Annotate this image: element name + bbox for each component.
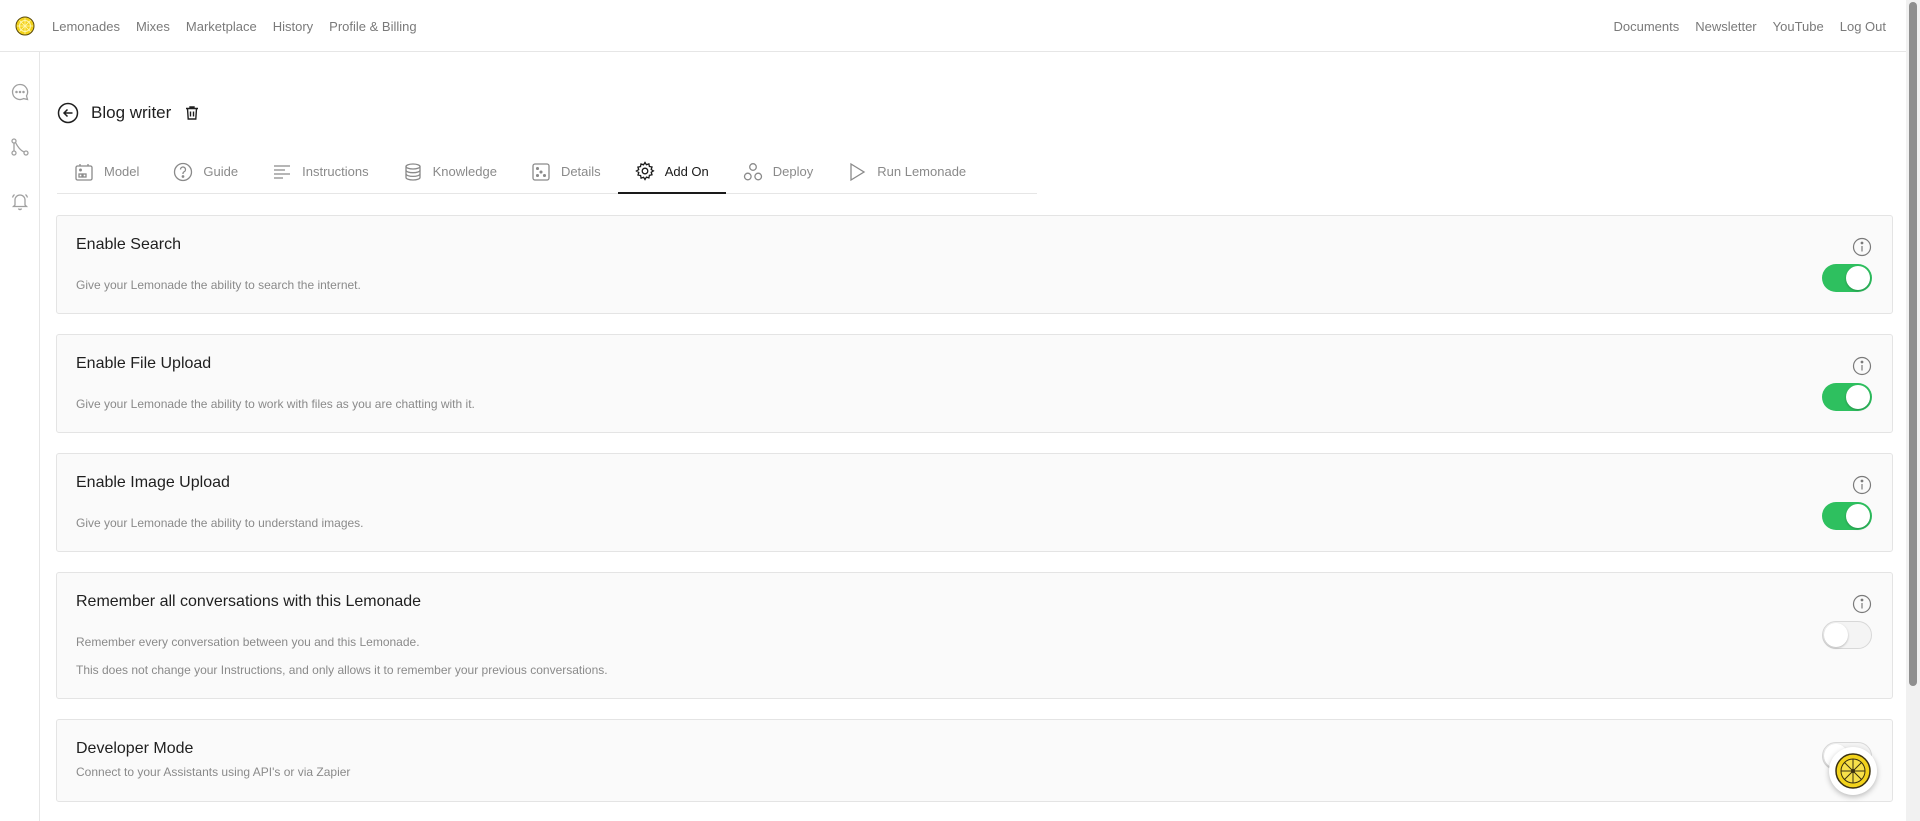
addon-title: Developer Mode — [76, 740, 194, 757]
question-circle-icon — [174, 162, 193, 181]
bell-icon[interactable] — [10, 191, 30, 211]
chat-bubble-icon[interactable] — [10, 82, 30, 102]
database-icon — [404, 162, 421, 181]
addon-description: Give your Lemonade the ability to search… — [76, 278, 361, 292]
nav-link-marketplace[interactable]: Marketplace — [186, 19, 257, 34]
info-icon[interactable] — [1852, 356, 1872, 376]
play-icon — [850, 162, 866, 181]
addon-card-file-upload: Enable File Upload Give your Lemonade th… — [56, 334, 1893, 433]
nav-link-mixes[interactable]: Mixes — [136, 19, 170, 34]
addon-description-note: This does not change your Instructions, … — [76, 663, 608, 677]
tab-label: Details — [560, 164, 601, 179]
tab-label: Knowledge — [432, 164, 497, 179]
nav-link-documents[interactable]: Documents — [1613, 19, 1679, 34]
tab-instructions[interactable]: Instructions — [255, 150, 385, 193]
toggle-enable-file-upload[interactable] — [1822, 383, 1872, 411]
nav-link-history[interactable]: History — [273, 19, 313, 34]
nav-right: Documents Newsletter YouTube Log Out — [1613, 0, 1886, 52]
addon-description: Connect to your Assistants using API's o… — [76, 765, 351, 779]
tab-bar: Model Guide Instructions Knowledge Detai… — [57, 150, 1037, 194]
lines-icon — [274, 164, 291, 179]
nav-link-logout[interactable]: Log Out — [1840, 19, 1886, 34]
tab-label: Add On — [664, 163, 709, 179]
tab-guide[interactable]: Guide — [156, 150, 255, 193]
lemon-logo-icon[interactable] — [15, 16, 35, 36]
nav-link-profile-billing[interactable]: Profile & Billing — [329, 19, 416, 34]
info-icon[interactable] — [1852, 475, 1872, 495]
dice-icon — [532, 162, 550, 181]
addon-card-developer-mode: Developer Mode Connect to your Assistant… — [56, 719, 1893, 802]
tab-add-on[interactable]: Add On — [617, 150, 726, 194]
addon-card-memory: Remember all conversations with this Lem… — [56, 572, 1893, 699]
tab-knowledge[interactable]: Knowledge — [386, 150, 514, 193]
gear-icon — [634, 161, 655, 181]
tab-model[interactable]: Model — [57, 150, 156, 193]
page-scrollbar[interactable] — [1906, 0, 1920, 821]
top-nav: Lemonades Mixes Marketplace History Prof… — [0, 0, 1906, 52]
addon-title: Enable Image Upload — [76, 474, 230, 491]
tab-label: Deploy — [772, 164, 814, 179]
back-arrow-icon[interactable] — [57, 102, 79, 124]
nav-left: Lemonades Mixes Marketplace History Prof… — [52, 0, 417, 52]
model-icon — [75, 163, 93, 181]
tab-label: Run Lemonade — [877, 164, 967, 179]
tab-details[interactable]: Details — [514, 150, 618, 193]
scrollbar-thumb[interactable] — [1909, 2, 1917, 686]
toggle-knob — [1846, 504, 1870, 528]
toggle-knob — [1824, 623, 1848, 647]
left-rail — [0, 52, 40, 821]
nav-link-youtube[interactable]: YouTube — [1773, 19, 1824, 34]
tab-label: Instructions — [302, 164, 369, 179]
addon-title: Enable File Upload — [76, 355, 212, 372]
tab-run-lemonade[interactable]: Run Lemonade — [830, 150, 983, 193]
addon-description: Give your Lemonade the ability to unders… — [76, 516, 364, 530]
addon-card-image-upload: Enable Image Upload Give your Lemonade t… — [56, 453, 1893, 552]
page-title: Blog writer — [91, 103, 172, 122]
tab-label: Model — [104, 164, 140, 179]
tab-deploy[interactable]: Deploy — [726, 150, 830, 193]
assistant-fab[interactable] — [1829, 747, 1877, 795]
addon-description: Give your Lemonade the ability to work w… — [76, 397, 475, 411]
info-icon[interactable] — [1852, 594, 1872, 614]
addon-description: Remember every conversation between you … — [76, 635, 420, 649]
toggle-knob — [1846, 385, 1870, 409]
circles-icon — [743, 162, 762, 180]
toggle-enable-image-upload[interactable] — [1822, 502, 1872, 530]
addon-card-search: Enable Search Give your Lemonade the abi… — [56, 215, 1893, 314]
lemon-slice-icon — [1835, 753, 1871, 789]
tab-label: Guide — [203, 164, 239, 179]
addon-title: Remember all conversations with this Lem… — [76, 593, 422, 610]
toggle-knob — [1846, 266, 1870, 290]
toggle-remember-conversations[interactable] — [1822, 621, 1872, 649]
toggle-enable-search[interactable] — [1822, 264, 1872, 292]
page-header: Blog writer — [57, 100, 201, 126]
info-icon[interactable] — [1852, 237, 1872, 257]
trash-icon[interactable] — [183, 104, 201, 122]
addon-title: Enable Search — [76, 236, 181, 253]
flow-icon[interactable] — [10, 137, 30, 157]
nav-link-newsletter[interactable]: Newsletter — [1695, 19, 1756, 34]
nav-link-lemonades[interactable]: Lemonades — [52, 19, 120, 34]
